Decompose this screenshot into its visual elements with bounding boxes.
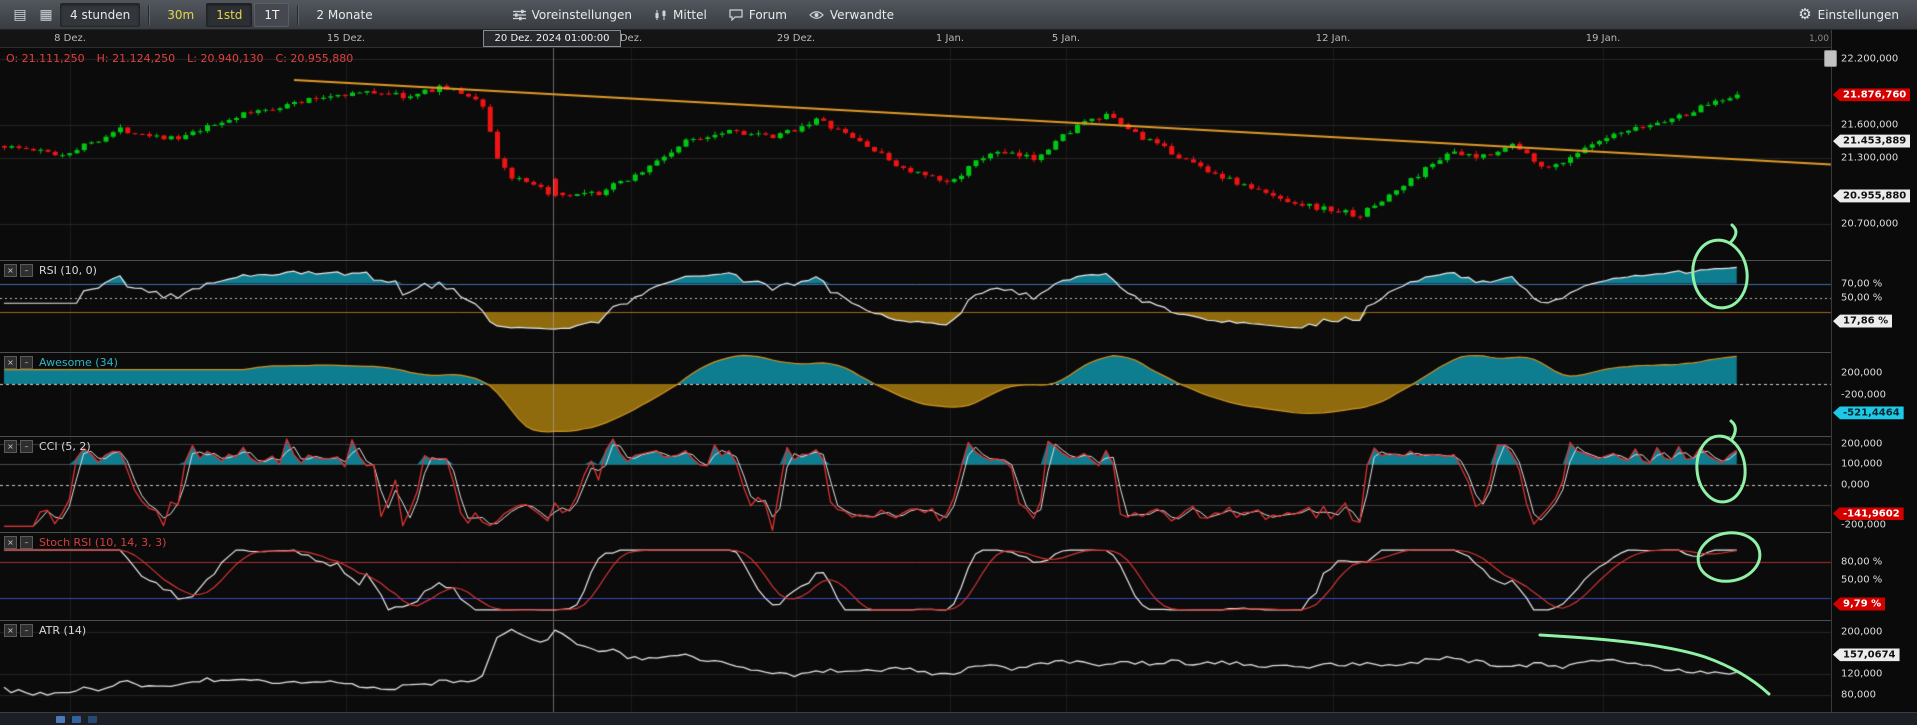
cci-value-badge: -141,9602	[1833, 507, 1904, 520]
price-axis-label: 200,000	[1841, 367, 1882, 378]
bottom-icon-1[interactable]	[56, 716, 65, 723]
price-axis-label: 80,000	[1841, 690, 1876, 701]
cci-minimize-button[interactable]: –	[20, 440, 33, 453]
chat-bubble-icon	[729, 9, 743, 21]
chart-canvas[interactable]	[0, 0, 1917, 725]
bottom-icon-2[interactable]	[72, 716, 81, 723]
atr-title: ATR (14)	[39, 624, 86, 637]
toolbar-separator	[148, 5, 149, 25]
price-axis-label: 120,000	[1841, 669, 1882, 680]
rsi-minimize-button[interactable]: –	[20, 264, 33, 277]
panel-separator	[0, 352, 1917, 353]
price-axis-label: -200,000	[1841, 390, 1886, 401]
atr-minimize-button[interactable]: –	[20, 624, 33, 637]
date-tick: 15 Dez.	[327, 33, 365, 44]
price-axis-label: 21.600,000	[1841, 120, 1898, 131]
date-tick: Dez.	[620, 33, 642, 44]
panel-separator	[0, 532, 1917, 533]
bottom-toolbar	[0, 712, 1917, 725]
settings-label: Einstellungen	[1818, 8, 1899, 22]
panel-separator	[0, 260, 1917, 261]
range-button[interactable]: 2 Monate	[306, 3, 382, 27]
mittel-button[interactable]: Mittel	[644, 3, 717, 27]
mittel-label: Mittel	[673, 8, 707, 22]
forum-label: Forum	[749, 8, 787, 22]
axis-scroll-grip[interactable]	[1824, 50, 1837, 67]
awesome-header: ×–Awesome (34)	[4, 356, 118, 369]
layout-icon[interactable]: ▦	[34, 3, 58, 27]
awesome-title: Awesome (34)	[39, 356, 118, 369]
price-axis-gutter[interactable]: 22.200,000 21.600,000 21.300,000 20.700,000…	[1831, 30, 1917, 712]
price-axis-label: 50,00 %	[1841, 574, 1882, 585]
rsi-title: RSI (10, 0)	[39, 264, 97, 277]
awesome-minimize-button[interactable]: –	[20, 356, 33, 369]
presets-button[interactable]: Voreinstellungen	[503, 3, 642, 27]
stochrsi-header: ×–Stoch RSI (10, 14, 3, 3)	[4, 536, 166, 549]
date-tick: 8 Dez.	[54, 33, 86, 44]
cci-title: CCI (5, 2)	[39, 440, 91, 453]
verwandte-button[interactable]: Verwandte	[799, 3, 904, 27]
date-tick: 1 Jan.	[936, 33, 964, 44]
timeframe-button[interactable]: 4 stunden	[60, 3, 140, 27]
price-axis-label: 200,000	[1841, 627, 1882, 638]
stochrsi-value-badge: 9,79 %	[1833, 598, 1885, 611]
settings-button[interactable]: ⚙ Einstellungen	[1788, 3, 1909, 27]
price-axis-label: 200,000	[1841, 439, 1882, 450]
cci-close-button[interactable]: ×	[4, 440, 17, 453]
price-axis-label: 20.700,000	[1841, 219, 1898, 230]
price-axis-label: 80,00 %	[1841, 557, 1882, 568]
ohlc-open: O: 21.111,250	[6, 52, 85, 65]
timeframe-1h-button[interactable]: 1std	[206, 3, 252, 27]
date-tick: 19 Jan.	[1586, 33, 1621, 44]
toolbar-separator	[297, 5, 298, 25]
date-tick: 12 Jan.	[1316, 33, 1351, 44]
timeframe-30m-button[interactable]: 30m	[157, 3, 204, 27]
ohlc-high: H: 21.124,250	[97, 52, 175, 65]
stochrsi-title: Stoch RSI (10, 14, 3, 3)	[39, 536, 166, 549]
stochrsi-close-button[interactable]: ×	[4, 536, 17, 549]
price-axis-label: 100,000	[1841, 459, 1882, 470]
price-value-badge: 20.955,880	[1833, 189, 1910, 202]
eye-icon	[809, 10, 824, 20]
price-axis-label: 0,000	[1841, 479, 1870, 490]
panel-separator	[0, 620, 1917, 621]
cci-header: ×–CCI (5, 2)	[4, 440, 91, 453]
atr-header: ×–ATR (14)	[4, 624, 86, 637]
stochrsi-minimize-button[interactable]: –	[20, 536, 33, 549]
awesome-value-badge: -521,4464	[1833, 406, 1904, 419]
price-axis-label: 22.200,000	[1841, 54, 1898, 65]
atr-close-button[interactable]: ×	[4, 624, 17, 637]
rsi-value-badge: 17,86 %	[1833, 315, 1892, 328]
date-axis[interactable]: 20 Dez. 2024 01:00:00 1,00 8 Dez. 15 Dez.…	[0, 30, 1831, 48]
gear-icon: ⚙	[1798, 7, 1811, 22]
bottom-icon-3[interactable]	[88, 716, 97, 723]
timeframe-1d-button[interactable]: 1T	[254, 3, 289, 27]
sliders-icon	[513, 9, 526, 21]
candle-chart-icon	[654, 9, 667, 21]
trading-chart-app: ▤ ▦ 4 stunden 30m 1std 1T 2 Monate Vorei…	[0, 0, 1917, 725]
journal-icon[interactable]: ▤	[8, 3, 32, 27]
panel-separator	[0, 436, 1917, 437]
price-axis-label: -200,000	[1841, 520, 1886, 531]
verwandte-label: Verwandte	[830, 8, 894, 22]
date-tick: 29 Dez.	[777, 33, 815, 44]
ohlc-readout: O: 21.111,250 H: 21.124,250 L: 20.940,13…	[6, 52, 353, 65]
ohlc-close: C: 20.955,880	[275, 52, 353, 65]
axis-note: 1,00	[1809, 34, 1829, 44]
atr-value-badge: 157,0674	[1833, 648, 1900, 661]
ohlc-low: L: 20.940,130	[187, 52, 263, 65]
forum-button[interactable]: Forum	[719, 3, 797, 27]
price-axis-label: 70,00 %	[1841, 278, 1882, 289]
price-value-badge: 21.876,760	[1833, 88, 1910, 101]
main-toolbar: ▤ ▦ 4 stunden 30m 1std 1T 2 Monate Vorei…	[0, 0, 1917, 30]
price-axis-label: 21.300,000	[1841, 153, 1898, 164]
date-tick: 5 Jan.	[1052, 33, 1080, 44]
awesome-close-button[interactable]: ×	[4, 356, 17, 369]
presets-label: Voreinstellungen	[532, 8, 632, 22]
crosshair-date-tooltip: 20 Dez. 2024 01:00:00	[483, 30, 621, 47]
price-axis-label: 50,00 %	[1841, 293, 1882, 304]
rsi-header: ×–RSI (10, 0)	[4, 264, 97, 277]
price-value-badge: 21.453,889	[1833, 135, 1910, 148]
rsi-close-button[interactable]: ×	[4, 264, 17, 277]
